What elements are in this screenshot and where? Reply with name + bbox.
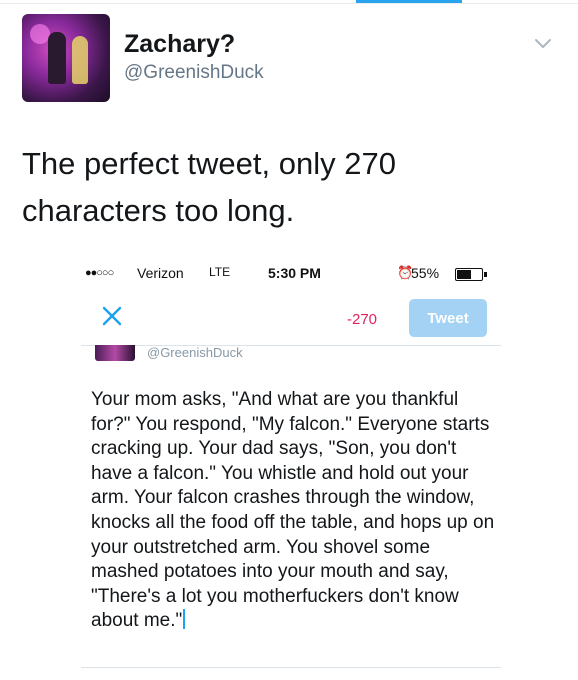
composer-handle: @GreenishDuck bbox=[147, 345, 243, 360]
composer-divider bbox=[81, 345, 501, 346]
avatar-glow bbox=[30, 24, 50, 44]
signal-strength: ●●○○○ bbox=[85, 267, 114, 279]
compose-text-content: Your mom asks, "And what are you thankfu… bbox=[91, 389, 495, 632]
network-type: LTE bbox=[209, 265, 231, 279]
status-bar: ●●○○○ Verizon LTE 5:30 PM ⏰ 55% bbox=[81, 259, 501, 287]
text-cursor bbox=[183, 609, 186, 630]
battery-fill bbox=[457, 270, 472, 279]
battery-icon bbox=[455, 268, 487, 281]
author-handle[interactable]: @GreenishDuck bbox=[124, 62, 264, 84]
top-divider bbox=[0, 3, 578, 4]
battery-tip bbox=[484, 272, 487, 277]
character-counter: -270 bbox=[347, 311, 378, 328]
author-name[interactable]: Zachary? bbox=[124, 30, 235, 59]
status-time: 5:30 PM bbox=[268, 265, 321, 281]
compose-textarea[interactable]: Your mom asks, "And what are you thankfu… bbox=[91, 388, 495, 634]
embed-bottom-divider bbox=[81, 667, 501, 668]
tweet-text-line: characters too long. bbox=[22, 193, 295, 228]
close-icon[interactable] bbox=[101, 305, 123, 327]
tweet-button[interactable]: Tweet bbox=[409, 299, 487, 337]
avatar-figure bbox=[48, 32, 66, 84]
battery-percent: 55% bbox=[411, 265, 440, 281]
chevron-down-icon[interactable] bbox=[532, 32, 554, 54]
carrier-name: Verizon bbox=[137, 265, 184, 281]
embedded-screenshot[interactable]: ●●○○○ Verizon LTE 5:30 PM ⏰ 55% -270 Twe… bbox=[81, 259, 501, 680]
composer-avatar bbox=[95, 345, 135, 361]
avatar[interactable] bbox=[22, 14, 110, 102]
tweet-text: The perfect tweet, only 270 characters t… bbox=[22, 140, 542, 234]
avatar-figure bbox=[72, 36, 88, 84]
tweet-text-line: The perfect tweet, only 270 bbox=[22, 146, 396, 181]
